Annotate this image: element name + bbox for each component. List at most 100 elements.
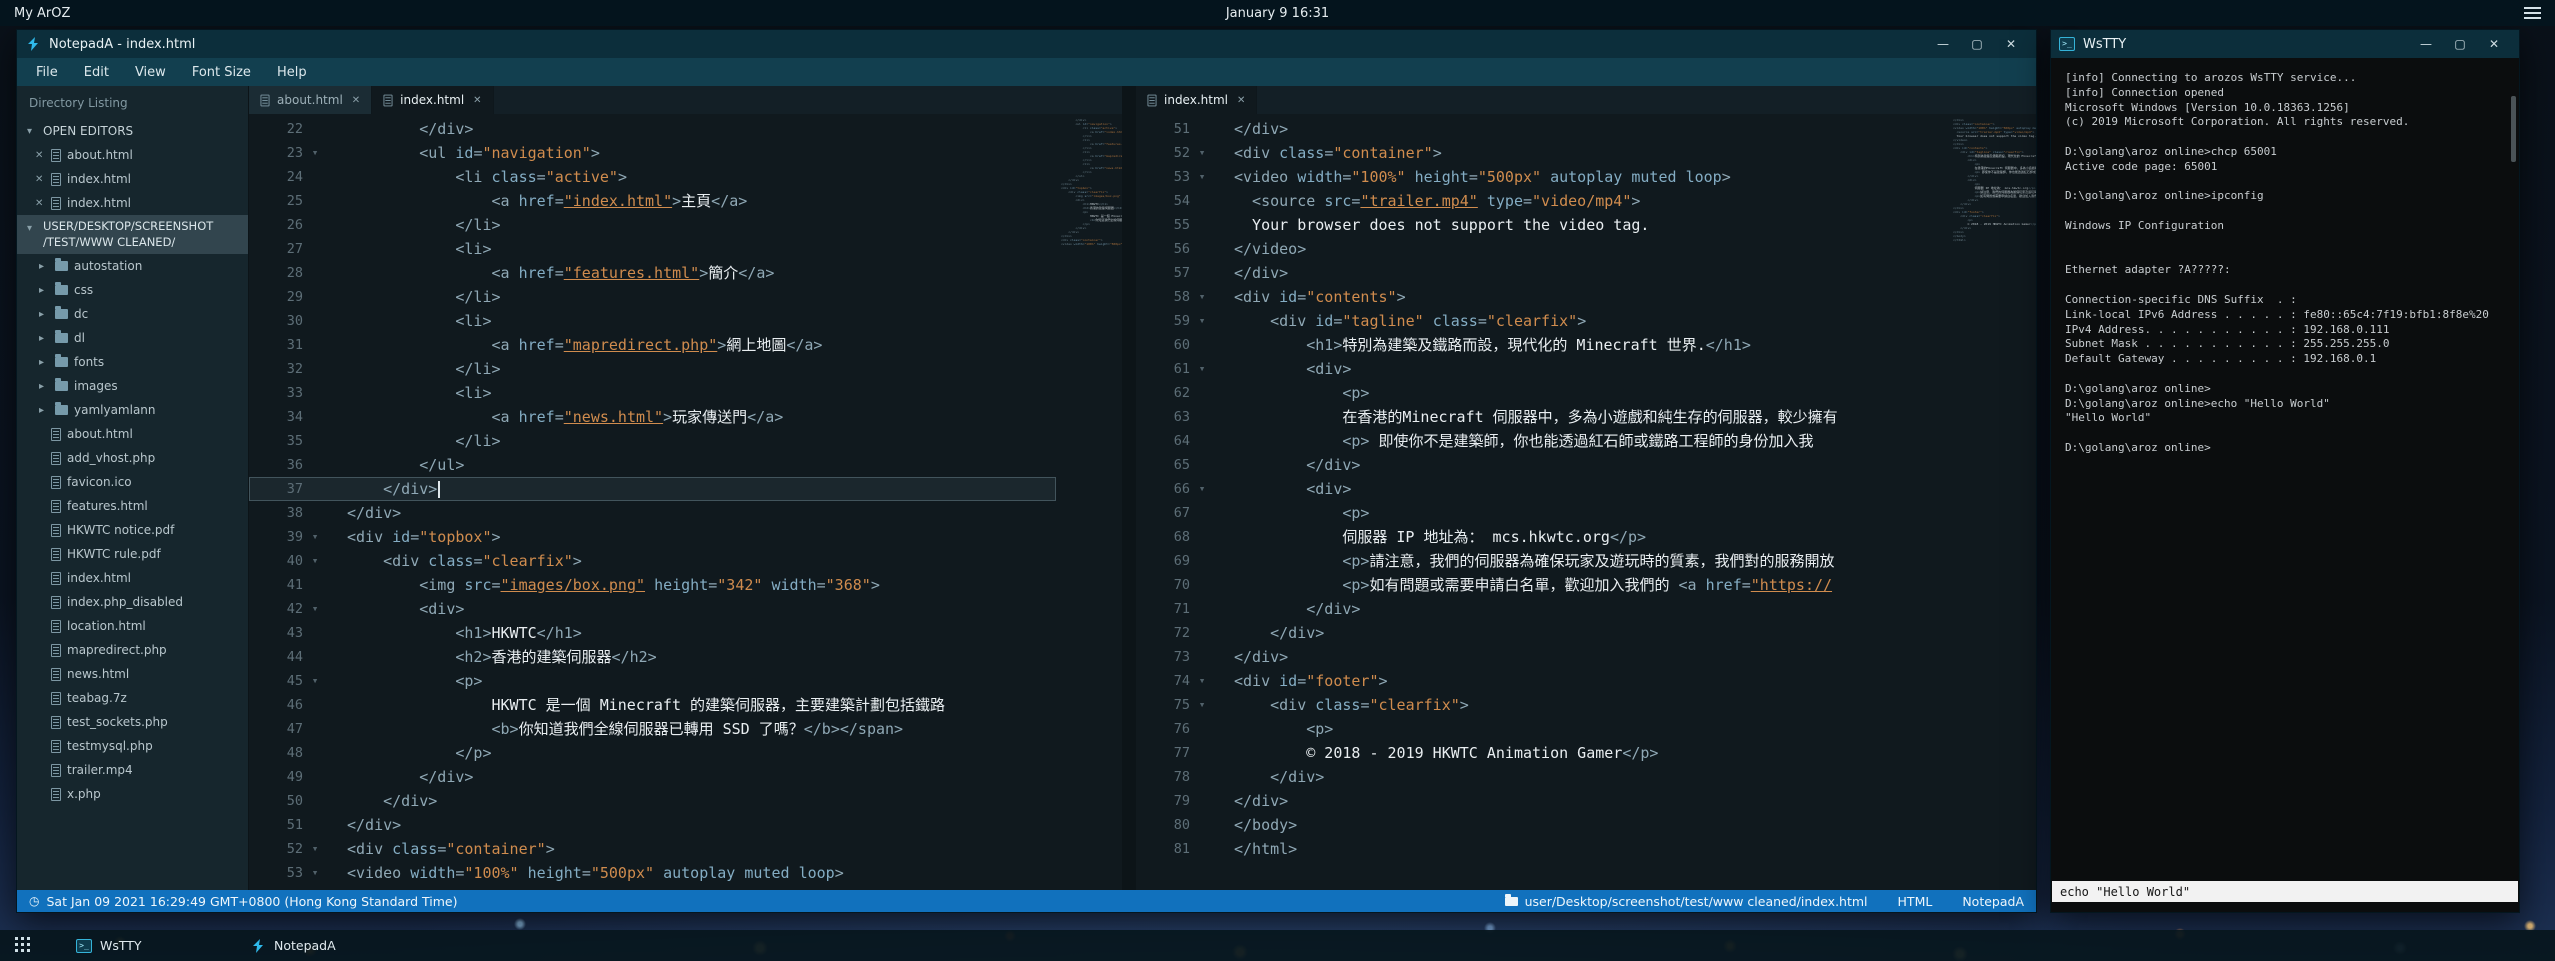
close-button[interactable]: ✕ xyxy=(2477,30,2511,58)
tree-folder-item[interactable]: ▸autostation xyxy=(17,254,248,278)
file-name: news.html xyxy=(67,667,129,681)
tree-file-item[interactable]: add_vhost.php xyxy=(17,446,248,470)
editor-tab-about-html[interactable]: about.html✕ xyxy=(249,86,372,114)
folder-name: dl xyxy=(74,331,85,345)
tree-folder-item[interactable]: ▸dl xyxy=(17,326,248,350)
editor-pane-right: index.html✕ 51</div>52▾<div class="conta… xyxy=(1136,86,2036,890)
fold-icon xyxy=(303,189,327,213)
fold-icon[interactable]: ▾ xyxy=(1190,141,1214,165)
status-app-name[interactable]: NotepadA xyxy=(1962,894,2024,909)
code-text: <div> xyxy=(1214,357,1948,381)
minimize-button[interactable]: — xyxy=(2409,30,2443,58)
hamburger-menu-icon[interactable] xyxy=(2524,7,2541,19)
pane-splitter[interactable] xyxy=(1122,86,1136,890)
fold-icon[interactable]: ▾ xyxy=(1190,669,1214,693)
notepada-titlebar[interactable]: NotepadA - index.html — ▢ ✕ xyxy=(17,30,2036,58)
menu-item-view[interactable]: View xyxy=(122,58,179,86)
window-title: NotepadA - index.html xyxy=(49,37,195,52)
tree-folder-item[interactable]: ▸yamlyamlann xyxy=(17,398,248,422)
fold-icon[interactable]: ▾ xyxy=(1190,165,1214,189)
tree-file-item[interactable]: HKWTC notice.pdf xyxy=(17,518,248,542)
fold-icon[interactable]: ▾ xyxy=(303,597,327,621)
code-line: 39▾<div id="topbox"> xyxy=(249,525,1056,549)
tree-file-item[interactable]: location.html xyxy=(17,614,248,638)
fold-icon[interactable]: ▾ xyxy=(303,861,327,885)
close-icon[interactable]: ✕ xyxy=(473,95,481,106)
code-editor[interactable]: 22 </div>23▾ <ul id="navigation">24 <li … xyxy=(249,114,1056,890)
open-editor-item[interactable]: ✕about.html xyxy=(17,143,248,167)
close-icon[interactable]: ✕ xyxy=(35,174,45,185)
maximize-button[interactable]: ▢ xyxy=(1960,30,1994,58)
taskbar-item-notepada[interactable]: NotepadA xyxy=(240,930,346,961)
tree-file-item[interactable]: favicon.ico xyxy=(17,470,248,494)
tree-file-item[interactable]: index.html xyxy=(17,566,248,590)
menu-item-edit[interactable]: Edit xyxy=(71,58,122,86)
fold-icon[interactable]: ▾ xyxy=(303,837,327,861)
minimap[interactable]: </div><div class="container"><video widt… xyxy=(1948,114,2036,890)
tree-file-item[interactable]: features.html xyxy=(17,494,248,518)
tree-file-item[interactable]: index.php_disabled xyxy=(17,590,248,614)
fold-icon[interactable]: ▾ xyxy=(1190,477,1214,501)
tree-folder-item[interactable]: ▸images xyxy=(17,374,248,398)
maximize-button[interactable]: ▢ xyxy=(2443,30,2477,58)
line-number: 53 xyxy=(1136,165,1190,189)
tree-file-item[interactable]: testmysql.php xyxy=(17,734,248,758)
line-number: 77 xyxy=(1136,741,1190,765)
tree-folder-item[interactable]: ▸dc xyxy=(17,302,248,326)
fold-icon xyxy=(303,405,327,429)
chevron-right-icon: ▸ xyxy=(39,381,49,392)
close-icon[interactable]: ✕ xyxy=(35,198,45,209)
fold-icon[interactable]: ▾ xyxy=(303,141,327,165)
tree-file-item[interactable]: news.html xyxy=(17,662,248,686)
code-text: </div> xyxy=(327,477,1056,501)
fold-icon[interactable]: ▾ xyxy=(1190,285,1214,309)
tree-file-item[interactable]: about.html xyxy=(17,422,248,446)
menu-item-help[interactable]: Help xyxy=(264,58,320,86)
code-line: 51</div> xyxy=(1136,117,1948,141)
line-number: 52 xyxy=(249,837,303,861)
fold-icon[interactable]: ▾ xyxy=(303,669,327,693)
editor-tab-index-html[interactable]: index.html✕ xyxy=(1136,86,1257,114)
tree-file-item[interactable]: HKWTC rule.pdf xyxy=(17,542,248,566)
close-icon[interactable]: ✕ xyxy=(1237,95,1245,106)
tree-file-item[interactable]: trailer.mp4 xyxy=(17,758,248,782)
wstty-titlebar[interactable]: WsTTY — ▢ ✕ xyxy=(2051,30,2519,58)
code-editor[interactable]: 51</div>52▾<div class="container">53▾<vi… xyxy=(1136,114,1948,890)
tree-file-item[interactable]: test_sockets.php xyxy=(17,710,248,734)
fold-icon[interactable]: ▾ xyxy=(1190,693,1214,717)
tree-root-item[interactable]: ▾ USER/DESKTOP/SCREENSHOT /TEST/WWW CLEA… xyxy=(17,215,248,254)
tree-file-item[interactable]: mapredirect.php xyxy=(17,638,248,662)
start-menu-button[interactable] xyxy=(0,930,46,961)
code-text: <img src="images/box.png" height="342" w… xyxy=(327,573,1056,597)
tree-file-item[interactable]: teabag.7z xyxy=(17,686,248,710)
fold-icon xyxy=(1190,837,1214,861)
terminal-output[interactable]: [info] Connecting to arozos WsTTY servic… xyxy=(2051,58,2519,881)
fold-icon[interactable]: ▾ xyxy=(303,549,327,573)
tree-folder-item[interactable]: ▸fonts xyxy=(17,350,248,374)
open-editor-item[interactable]: ✕index.html xyxy=(17,167,248,191)
minimap[interactable]: </div> <ul id="navigation"> <li class="a… xyxy=(1056,114,1122,890)
menu-item-font-size[interactable]: Font Size xyxy=(179,58,264,86)
status-language-mode[interactable]: HTML xyxy=(1898,894,1933,909)
terminal-line: Windows IP Configuration xyxy=(2065,219,2505,234)
close-icon[interactable]: ✕ xyxy=(35,150,45,161)
close-button[interactable]: ✕ xyxy=(1994,30,2028,58)
menu-item-file[interactable]: File xyxy=(23,58,71,86)
tree-folder-item[interactable]: ▸css xyxy=(17,278,248,302)
editor-tab-index-html[interactable]: index.html✕ xyxy=(372,86,493,114)
scrollbar-thumb[interactable] xyxy=(2511,96,2516,162)
fold-icon[interactable]: ▾ xyxy=(1190,309,1214,333)
terminal-command-input[interactable] xyxy=(2052,881,2518,902)
fold-icon[interactable]: ▾ xyxy=(303,525,327,549)
file-name: location.html xyxy=(67,619,146,633)
tree-file-item[interactable]: x.php xyxy=(17,782,248,806)
code-text: <a href="index.html">主頁</a> xyxy=(327,189,1056,213)
minimize-button[interactable]: — xyxy=(1926,30,1960,58)
fold-icon[interactable]: ▾ xyxy=(1190,357,1214,381)
open-editors-section[interactable]: ▾ OPEN EDITORS xyxy=(17,119,248,143)
taskbar-item-wstty[interactable]: WsTTY xyxy=(66,930,152,961)
close-icon[interactable]: ✕ xyxy=(352,95,360,106)
line-number: 38 xyxy=(249,501,303,525)
open-editor-item[interactable]: ✕index.html xyxy=(17,191,248,215)
code-line: 66▾ <div> xyxy=(1136,477,1948,501)
